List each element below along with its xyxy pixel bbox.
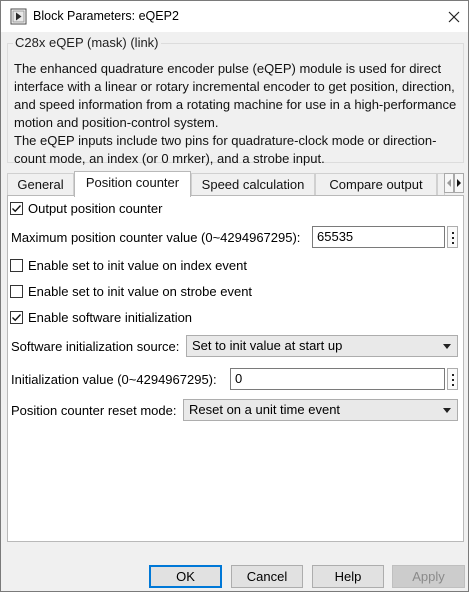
more-options-icon: [452, 232, 454, 234]
ok-button[interactable]: OK: [149, 565, 222, 588]
tab-position-counter[interactable]: Position counter: [74, 171, 191, 197]
tab-compare-output[interactable]: Compare output: [315, 173, 437, 196]
init-on-index-label: Enable set to init value on index event: [28, 258, 247, 273]
init-value-options-button[interactable]: [447, 368, 458, 390]
init-value-label: Initialization value (0~4294967295):: [11, 372, 217, 387]
tab-general[interactable]: General: [7, 173, 74, 196]
group-title: C28x eQEP (mask) (link): [13, 35, 161, 50]
init-on-index-checkbox[interactable]: [10, 259, 23, 272]
chevron-down-icon: [443, 344, 451, 349]
reset-mode-dropdown[interactable]: Reset on a unit time event: [183, 399, 458, 421]
dialog-window: Block Parameters: eQEP2 C28x eQEP (mask)…: [0, 0, 469, 592]
init-on-strobe-checkbox[interactable]: [10, 285, 23, 298]
description-paragraph: The enhanced quadrature encoder pulse (e…: [14, 61, 457, 130]
tab-scroll-right-button[interactable]: [454, 173, 464, 193]
cancel-button[interactable]: Cancel: [231, 565, 303, 588]
block-description: The enhanced quadrature encoder pulse (e…: [14, 60, 459, 168]
init-on-strobe-label: Enable set to init value on strobe event: [28, 284, 253, 299]
software-init-checkbox[interactable]: [10, 311, 23, 324]
tab-strip: General Position counter Speed calculati…: [7, 171, 464, 197]
chevron-down-icon: [443, 408, 451, 413]
help-button[interactable]: Help: [312, 565, 384, 588]
tab-scroll-left-button[interactable]: [444, 173, 454, 193]
reset-mode-value: Reset on a unit time event: [189, 402, 341, 417]
close-icon: [448, 11, 459, 22]
chevron-right-icon: [457, 179, 461, 187]
checkmark-icon: [12, 314, 22, 322]
tab-speed-calculation[interactable]: Speed calculation: [191, 173, 315, 196]
software-init-label: Enable software initialization: [28, 310, 193, 325]
title-bar[interactable]: Block Parameters: eQEP2: [1, 1, 468, 32]
reset-mode-label: Position counter reset mode:: [11, 403, 177, 418]
output-position-counter-checkbox[interactable]: [10, 202, 23, 215]
output-position-counter-label: Output position counter: [28, 201, 163, 216]
software-init-source-value: Set to init value at start up: [192, 338, 343, 353]
chevron-left-icon: [447, 179, 451, 187]
tab-panel-position-counter: Output position counter Maximum position…: [7, 195, 464, 542]
close-button[interactable]: [439, 1, 468, 32]
description-paragraph: The eQEP inputs include two pins for qua…: [14, 133, 437, 166]
more-options-icon: [452, 374, 454, 376]
apply-button[interactable]: Apply: [392, 565, 465, 588]
max-position-counter-label: Maximum position counter value (0~429496…: [11, 230, 301, 245]
init-value-input[interactable]: 0: [230, 368, 445, 390]
max-position-counter-options-button[interactable]: [447, 226, 458, 248]
block-parameters-icon: [10, 8, 27, 25]
software-init-source-label: Software initialization source:: [11, 339, 180, 354]
checkmark-icon: [12, 205, 22, 213]
software-init-source-dropdown[interactable]: Set to init value at start up: [186, 335, 458, 357]
max-position-counter-input[interactable]: 65535: [312, 226, 445, 248]
window-title: Block Parameters: eQEP2: [33, 9, 179, 23]
